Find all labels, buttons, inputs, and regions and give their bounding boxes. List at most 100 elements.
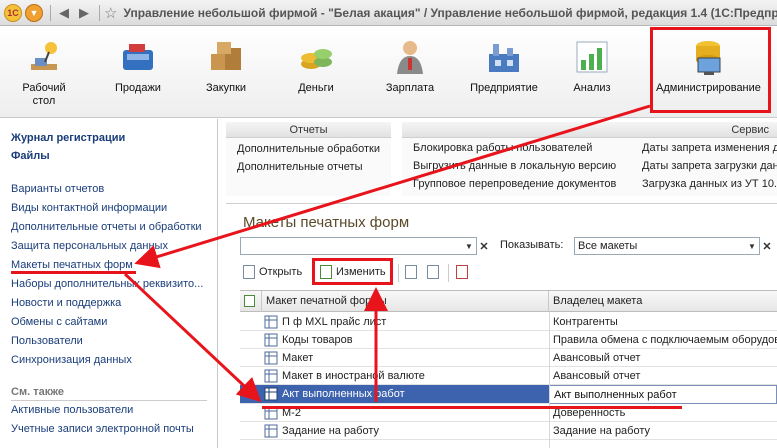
show-label: Показывать: [500,239,564,251]
section-desktop[interactable]: Рабочий стол [4,38,84,108]
coins-icon [297,38,335,76]
nav-active-users[interactable]: Активные пользователи [11,404,133,416]
cell-layout: Коды товаров [282,334,353,346]
open-button[interactable]: Открыть [243,265,302,279]
link-block-users[interactable]: Блокировка работы пользователей [413,142,592,154]
boxes-icon [207,38,245,76]
delete-icon [456,265,468,279]
nav-users[interactable]: Пользователи [11,335,83,347]
link-group-reposting[interactable]: Групповое перепроведение документов [413,178,616,190]
table-row[interactable]: П ф MXL прайс лист Контрагенты [240,313,777,331]
link-additional-processing[interactable]: Дополнительные обработки [237,143,380,155]
forward-arrow-icon[interactable]: ▶ [75,4,93,22]
separator [50,4,51,21]
main-menu-icon[interactable]: ▼ [25,3,43,22]
table-row[interactable]: Макет в иностраной валюте Авансовый отче… [240,367,777,385]
title-bar: 1С ▼ ◀ ▶ ☆ Управление небольшой фирмой -… [0,0,777,26]
filter-combo[interactable] [240,237,477,255]
section-label: Закупки [205,82,247,94]
section-purchases[interactable]: Закупки [186,38,266,95]
cell-layout: Акт выполненных работ [282,388,405,400]
table-row-selected[interactable]: Акт выполненных работ Акт выполненных ра… [240,385,777,404]
cell-owner: Правила обмена с подключаемым оборудов [553,334,777,346]
section-label: Зарплата [385,82,435,94]
nav-files[interactable]: Файлы [11,150,50,162]
cell-layout: Задание на работу [282,425,380,437]
section-money[interactable]: Деньги [276,38,356,95]
nav-contact-info-types[interactable]: Виды контактной информации [11,202,167,214]
section-sales[interactable]: Продажи [98,38,178,95]
nav-additional-attributes[interactable]: Наборы дополнительных реквизито... [11,278,203,290]
clear-icon[interactable]: ✕ [477,238,491,254]
open-document-icon [243,265,255,279]
link-export-local[interactable]: Выгрузить данные в локальную версию [413,160,616,172]
section-label: Продажи [115,82,161,94]
nav-data-sync[interactable]: Синхронизация данных [11,354,132,366]
column-divider [549,312,550,448]
nav-journal[interactable]: Журнал регистрации [11,132,125,144]
app-logo-icon[interactable]: 1С [4,3,22,22]
nav-print-form-layouts[interactable]: Макеты печатных форм [11,259,133,271]
highlight-edit-button [312,258,393,285]
row-mark-header-icon[interactable] [240,291,262,312]
highlight-administration [650,27,771,113]
divider [11,400,207,401]
reports-panel: Дополнительные обработки Дополнительные … [226,138,391,196]
column-header-owner[interactable]: Владелец макета [549,291,777,312]
export-icon [427,265,439,279]
section-label: Рабочий стол [22,82,66,107]
left-navigation: Журнал регистрации Файлы Варианты отчето… [0,119,218,448]
dropdown-arrow-icon[interactable]: ▼ [746,238,758,254]
see-also-header: См. также [11,386,64,398]
form-title: Макеты печатных форм [243,214,410,231]
underline-selected-row [262,406,682,409]
nav-news-support[interactable]: Новости и поддержка [11,297,121,309]
spreadsheet-icon [264,387,278,401]
link-load-prohibit-dates[interactable]: Даты запрета загрузки дан [642,160,777,172]
template-icon [405,265,417,279]
service-panel-header: Сервис [402,122,777,138]
nav-report-variants[interactable]: Варианты отчетов [11,183,104,195]
link-additional-reports[interactable]: Дополнительные отчеты [237,161,362,173]
export-button[interactable] [427,265,443,279]
spreadsheet-icon [264,369,278,383]
section-salary[interactable]: Зарплата [370,38,450,95]
link-load-from-ut[interactable]: Загрузка данных из УТ 10.3 [642,178,777,190]
link-edit-prohibit-dates[interactable]: Даты запрета изменения д [642,142,777,154]
table-row[interactable]: Макет Авансовый отчет [240,349,777,367]
table-header: Макет печатной формы Владелец макета [240,291,777,312]
clear-icon[interactable]: ✕ [760,238,774,254]
spreadsheet-icon [264,315,278,329]
back-arrow-icon[interactable]: ◀ [55,4,73,22]
section-label: Деньги [298,82,334,94]
column-header-layout[interactable]: Макет печатной формы [262,291,549,312]
cell-layout: Макет [282,352,314,364]
table-row[interactable]: Коды товаров Правила обмена с подключаем… [240,331,777,349]
cell-layout: П ф MXL прайс лист [282,316,387,328]
sales-icon [119,38,157,76]
section-analysis[interactable]: Анализ [552,38,632,95]
delete-button[interactable] [456,265,472,279]
table-row[interactable]: Задание на работу Задание на работу [240,422,777,440]
nav-personal-data[interactable]: Защита персональных данных [11,240,168,252]
spreadsheet-icon [264,351,278,365]
template-button[interactable] [405,265,421,279]
window-title: Управление небольшой фирмой - "Белая ака… [123,5,777,20]
section-enterprise[interactable]: Предприятие [464,38,544,95]
nav-email-accounts[interactable]: Учетные записи электронной почты [11,423,194,435]
separator [448,264,449,282]
cell-owner: Контрагенты [553,316,618,328]
chart-icon [573,38,611,76]
cell-owner: Акт выполненных работ [549,385,777,404]
spreadsheet-icon [264,333,278,347]
show-combo[interactable]: Все макеты [574,237,760,255]
cell-owner: Задание на работу [553,425,651,437]
dropdown-arrow-icon[interactable]: ▼ [463,238,475,254]
nav-site-exchange[interactable]: Обмены с сайтами [11,316,107,328]
favorites-star-icon[interactable]: ☆ [104,4,117,22]
nav-additional-reports[interactable]: Дополнительные отчеты и обработки [11,221,202,233]
layouts-table: Макет печатной формы Владелец макета П ф… [240,290,777,448]
separator [99,4,100,21]
separator [398,264,399,282]
section-label: Предприятие [470,82,538,94]
